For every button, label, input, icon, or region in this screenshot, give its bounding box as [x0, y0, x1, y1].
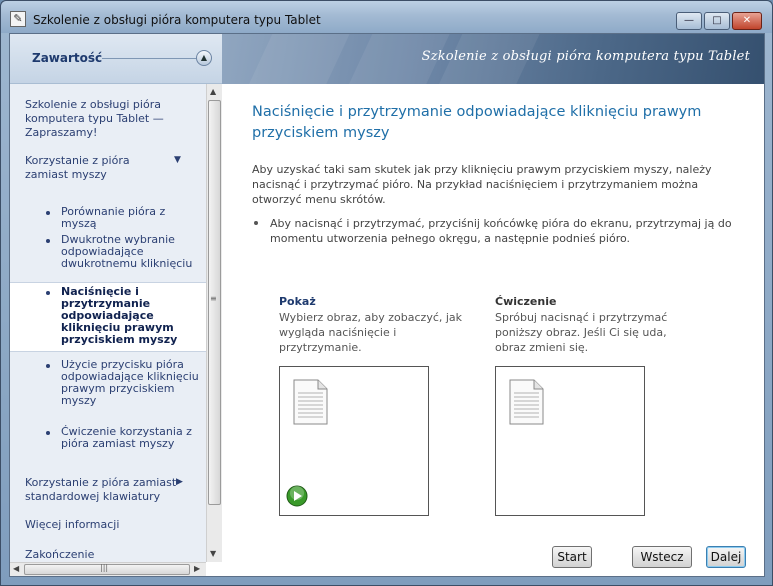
contents-divider [102, 58, 196, 59]
sidebar-item-pen-button[interactable]: Użycie przycisku pióra odpowiadające kli… [61, 359, 201, 407]
scroll-grip-icon: ≡ [210, 294, 217, 303]
sidebar-vertical-scrollbar[interactable]: ▲ ≡ ▼ [206, 84, 222, 562]
sidebar-item-press-and-hold[interactable]: Naciśnięcie i przytrzymanie odpowiadając… [10, 282, 206, 352]
next-button[interactable]: Dalej [706, 546, 746, 568]
document-icon [293, 379, 328, 425]
sidebar-horizontal-scrollbar[interactable]: ◀ ||| ▶ [10, 562, 206, 576]
start-button[interactable]: Start [552, 546, 592, 568]
banner: Szkolenie z obsługi pióra komputera typu… [222, 34, 764, 84]
practice-description: Spróbuj nacisnąć i przytrzymać poniższy … [495, 311, 668, 354]
sidebar-item-welcome[interactable]: Szkolenie z obsługi pióra komputera typu… [25, 98, 185, 140]
show-heading: Pokaż [279, 295, 316, 308]
document-icon [509, 379, 544, 425]
navigation-bar: Start Wstecz Dalej [222, 542, 764, 576]
sidebar-item-label: Naciśnięcie i przytrzymanie odpowiadając… [61, 285, 178, 346]
bullet-icon [254, 221, 258, 225]
show-demo-area[interactable] [279, 366, 429, 516]
bullet-icon [46, 239, 50, 243]
sidebar-item-practice[interactable]: Ćwiczenie korzystania z pióra zamiast my… [61, 426, 201, 450]
pen-app-icon: ✎ [10, 11, 26, 27]
back-button[interactable]: Wstecz [632, 546, 692, 568]
scroll-down-icon[interactable]: ▼ [210, 549, 216, 558]
sidebar-item-comparison[interactable]: Porównanie pióra z myszą [61, 206, 201, 230]
page-title: Naciśnięcie i przytrzymanie odpowiadając… [252, 104, 702, 141]
title-bar: ✎ Szkolenie z obsługi pióra komputera ty… [1, 1, 772, 33]
chevron-right-icon[interactable]: ▶ [176, 477, 183, 487]
banner-title: Szkolenie z obsługi pióra komputera typu… [421, 49, 750, 64]
maximize-button[interactable]: □ [704, 12, 730, 30]
practice-heading: Ćwiczenie [495, 295, 557, 308]
sidebar-item-section-keyboard[interactable]: Korzystanie z pióra zamiast standardowej… [25, 476, 185, 504]
scroll-grip-icon: ||| [100, 563, 109, 572]
play-icon[interactable] [286, 485, 308, 507]
window-title: Szkolenie z obsługi pióra komputera typu… [33, 13, 321, 27]
header-band: Zawartość ▲ Szkolenie z obsługi pióra ko… [10, 34, 764, 84]
bullet-icon [46, 211, 50, 215]
scroll-left-icon[interactable]: ◀ [13, 564, 19, 573]
content-frame: Zawartość ▲ Szkolenie z obsługi pióra ko… [9, 33, 765, 577]
contents-title: Zawartość [32, 51, 103, 65]
contents-header: Zawartość ▲ [10, 34, 222, 84]
sidebar-item-more-info[interactable]: Więcej informacji [25, 518, 185, 532]
minimize-button[interactable]: — [676, 12, 702, 30]
main-content: Naciśnięcie i przytrzymanie odpowiadając… [222, 84, 764, 562]
sidebar-section-label: Korzystanie z pióra zamiast standardowej… [25, 476, 177, 503]
bullet-icon [46, 431, 50, 435]
scroll-up-icon[interactable]: ▲ [210, 87, 216, 96]
close-button[interactable]: ✕ [732, 12, 762, 30]
sidebar-item-section-pen-vs-mouse[interactable]: Korzystanie z pióra zamiast myszy [25, 154, 175, 182]
intro-paragraph: Aby uzyskać taki sam skutek jak przy kli… [252, 163, 712, 206]
chevron-down-icon[interactable]: ▼ [174, 155, 181, 165]
practice-demo-area[interactable] [495, 366, 645, 516]
contents-sidebar: Szkolenie z obsługi pióra komputera typu… [10, 84, 206, 562]
bullet-icon [46, 364, 50, 368]
show-description: Wybierz obraz, aby zobaczyć, jak wygląda… [279, 311, 463, 354]
app-window: ✎ Szkolenie z obsługi pióra komputera ty… [0, 0, 773, 586]
sidebar-item-double-tap[interactable]: Dwukrotne wybranie odpowiadające dwukrot… [61, 234, 201, 270]
instruction-bullet: Aby nacisnąć i przytrzymać, przyciśnij k… [270, 217, 732, 245]
scroll-right-icon[interactable]: ▶ [194, 564, 200, 573]
bullet-icon [46, 291, 50, 295]
sidebar-section-label: Korzystanie z pióra zamiast myszy [25, 154, 130, 181]
banner-decoration [244, 34, 350, 84]
collapse-contents-button[interactable]: ▲ [196, 50, 212, 66]
sidebar-item-ending[interactable]: Zakończenie [25, 548, 185, 562]
